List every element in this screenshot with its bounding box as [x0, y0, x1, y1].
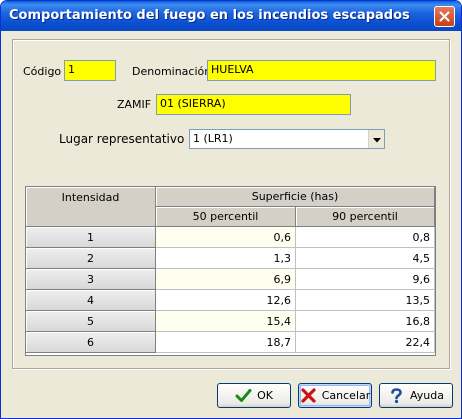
codigo-label: Código	[23, 65, 62, 78]
dialog-window: Comportamiento del fuego en los incendio…	[0, 0, 462, 419]
row-header[interactable]: 5	[26, 311, 156, 332]
table-cell-p50[interactable]: 15,4	[156, 311, 296, 332]
table-cell-p50[interactable]: 6,9	[156, 269, 296, 290]
row-header[interactable]: 3	[26, 269, 156, 290]
zamif-field[interactable]: 01 (SIERRA)	[156, 94, 351, 115]
lugar-representativo-value: 1 (LR1)	[193, 132, 233, 145]
title-bar[interactable]: Comportamiento del fuego en los incendio…	[1, 1, 461, 31]
table-cell-p50[interactable]: 18,7	[156, 332, 296, 353]
table-cell-p90[interactable]: 9,6	[296, 269, 435, 290]
intensity-table[interactable]: Intensidad Superficie (has) 50 percentil…	[25, 186, 436, 356]
ok-label: OK	[257, 389, 273, 402]
chevron-down-icon	[372, 133, 381, 146]
row-header[interactable]: 4	[26, 290, 156, 311]
table-cell-p90[interactable]: 0,8	[296, 227, 435, 248]
dropdown-button[interactable]	[368, 130, 384, 148]
help-label: Ayuda	[410, 389, 444, 402]
cancel-label: Cancelar	[321, 389, 371, 402]
denominacion-field[interactable]: HUELVA	[207, 60, 436, 81]
table-cell-p90[interactable]: 16,8	[296, 311, 435, 332]
table-cell-p50[interactable]: 1,3	[156, 248, 296, 269]
question-icon	[388, 387, 405, 404]
row-header[interactable]: 1	[26, 227, 156, 248]
table-cell-p50[interactable]: 0,6	[156, 227, 296, 248]
zamif-label: ZAMIF	[117, 98, 152, 111]
window-title: Comportamiento del fuego en los incendio…	[9, 8, 410, 23]
codigo-field[interactable]: 1	[64, 60, 116, 81]
close-icon	[439, 11, 450, 22]
superficie-column-header[interactable]: Superficie (has)	[156, 187, 435, 207]
table-cell-p90[interactable]: 22,4	[296, 332, 435, 353]
lugar-representativo-select[interactable]: 1 (LR1)	[189, 129, 385, 149]
help-button[interactable]: Ayuda	[379, 383, 453, 408]
close-button[interactable]	[434, 6, 455, 27]
denominacion-label: Denominación	[132, 65, 212, 78]
lugar-representativo-label: Lugar representativo	[59, 132, 185, 146]
row-header[interactable]: 2	[26, 248, 156, 269]
table-cell-p90[interactable]: 4,5	[296, 248, 435, 269]
p90-column-header[interactable]: 90 percentil	[296, 207, 435, 227]
intensidad-column-header[interactable]: Intensidad	[26, 187, 156, 227]
table-cell-p90[interactable]: 13,5	[296, 290, 435, 311]
check-icon	[235, 387, 252, 404]
ok-button[interactable]: OK	[217, 383, 291, 408]
p50-column-header[interactable]: 50 percentil	[156, 207, 296, 227]
table-cell-p50[interactable]: 12,6	[156, 290, 296, 311]
cancel-button[interactable]: Cancelar	[298, 383, 372, 408]
x-icon	[300, 387, 317, 404]
row-header[interactable]: 6	[26, 332, 156, 353]
